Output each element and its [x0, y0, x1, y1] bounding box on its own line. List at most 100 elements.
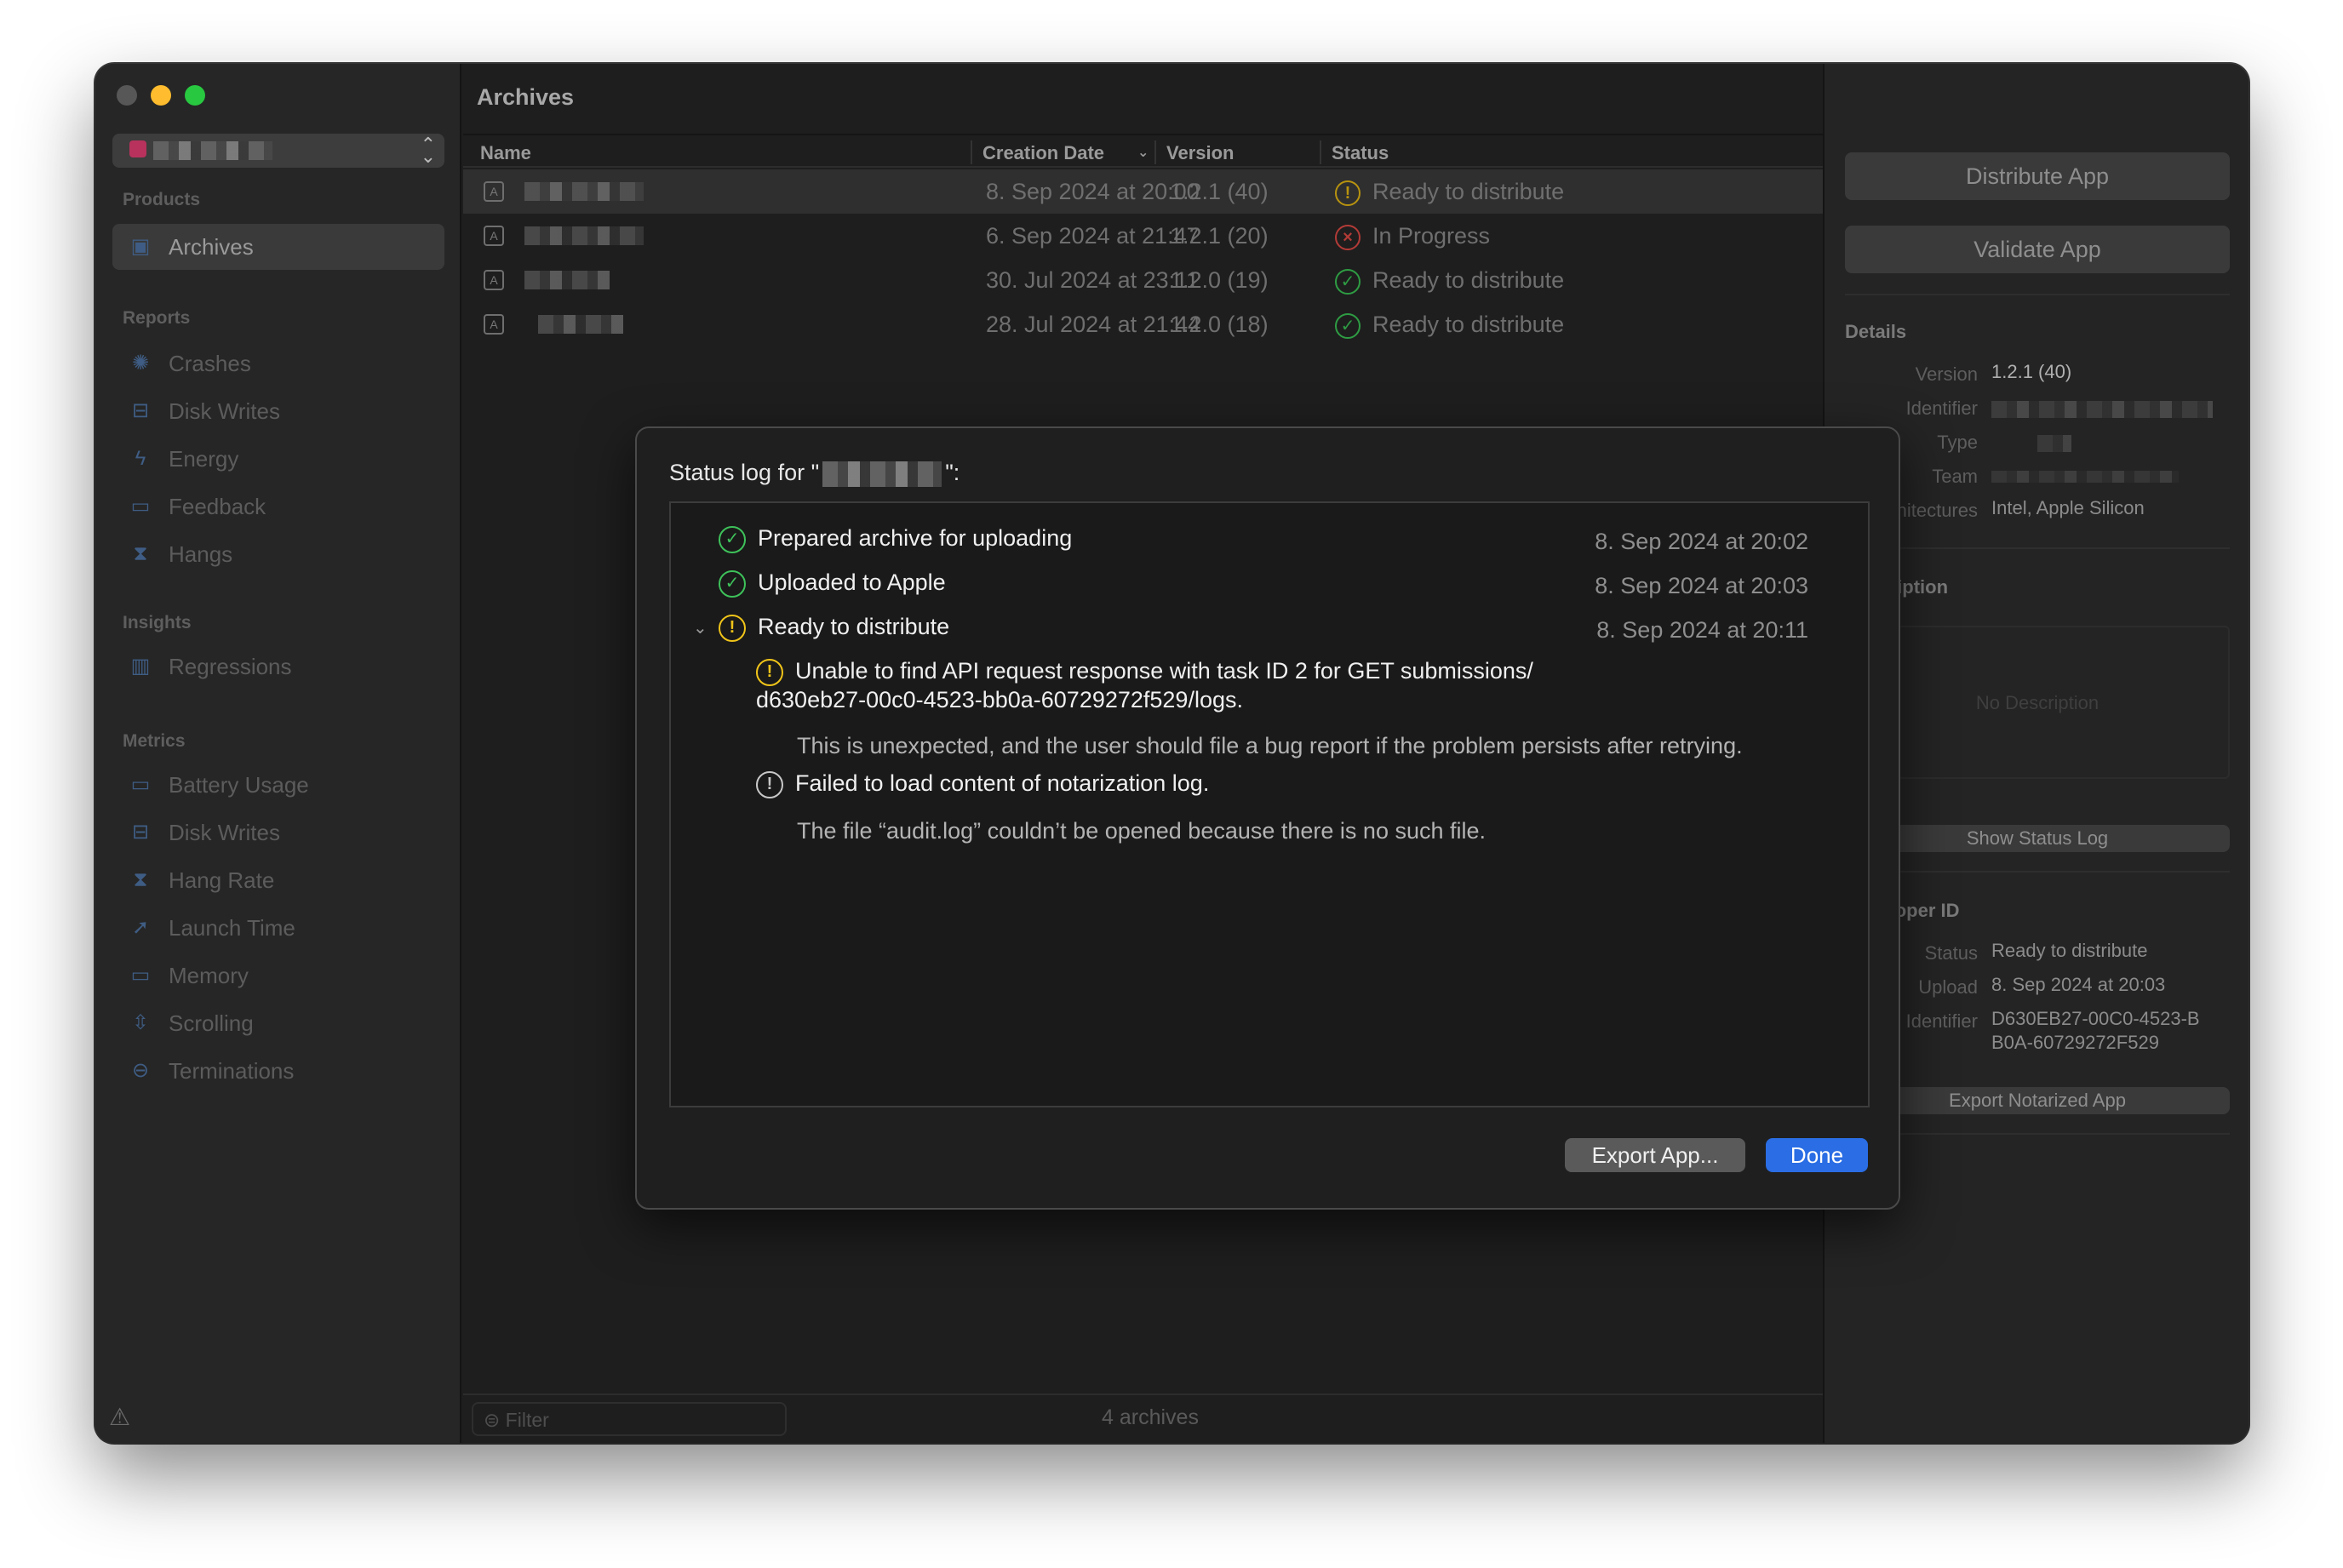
redacted-archive-name: [524, 226, 644, 245]
filter-input[interactable]: ⊜ Filter: [472, 1402, 787, 1436]
column-header-status[interactable]: Status: [1332, 142, 1389, 164]
log-sub-info-text: Failed to load content of notarization l…: [795, 770, 1210, 796]
column-divider[interactable]: [1320, 140, 1321, 164]
bar-chart-icon: ▥: [130, 655, 151, 678]
redacted-type: [2037, 435, 2071, 452]
table-row[interactable]: A 8. Sep 2024 at 20:00 1.2.1 (40) ! Ready…: [463, 169, 1823, 214]
sidebar-item-label: Hang Rate: [169, 867, 275, 893]
sidebar-item-launch-time[interactable]: ➚ Launch Time: [112, 905, 444, 951]
log-sub-warning-note: This is unexpected, and the user should …: [797, 733, 1743, 758]
show-status-log-button[interactable]: Show Status Log: [1845, 825, 2230, 852]
app-archive-icon: A: [484, 226, 504, 246]
row-version: 1.2.1 (20): [1170, 223, 1269, 249]
sidebar-item-feedback[interactable]: ▭ Feedback: [112, 484, 444, 529]
product-selector[interactable]: ⌃ ⌄: [112, 134, 444, 168]
minimize-window-button[interactable]: [151, 85, 171, 106]
warning-icon: !: [1335, 180, 1361, 206]
export-notarized-app-button[interactable]: Export Notarized App: [1845, 1087, 2230, 1114]
status-log-sheet: Status log for " ": ✓ Prepared archive for…: [635, 426, 1900, 1210]
row-status: × In Progress: [1335, 223, 1490, 250]
row-status-text: Ready to distribute: [1372, 179, 1565, 204]
section-metrics: Metrics: [123, 731, 186, 751]
column-divider[interactable]: [971, 140, 972, 164]
log-sub-warning-line2: d630eb27-00c0-4523-bb0a-60729272f529/log…: [756, 687, 1243, 712]
redacted-archive-name: [524, 271, 610, 289]
description-placeholder: No Description: [1975, 692, 2100, 713]
column-header-version[interactable]: Version: [1166, 142, 1234, 164]
divider: [1845, 547, 2230, 549]
column-divider[interactable]: [1154, 140, 1156, 164]
architectures-value: Intel, Apple Silicon: [1991, 497, 2145, 518]
table-row[interactable]: A 6. Sep 2024 at 21:47 1.2.1 (20) × In Pr…: [463, 214, 1823, 258]
redacted-archive-name: [538, 315, 623, 334]
sidebar-item-battery-usage[interactable]: ▭ Battery Usage: [112, 762, 444, 808]
sidebar-item-hangs[interactable]: ⧗ Hangs: [112, 531, 444, 577]
app-archive-icon: A: [484, 181, 504, 202]
sidebar-item-terminations[interactable]: ⊖ Terminations: [112, 1048, 444, 1094]
sidebar-item-memory[interactable]: ▭ Memory: [112, 953, 444, 999]
section-reports: Reports: [123, 308, 191, 328]
sidebar-item-disk-writes[interactable]: ⊟ Disk Writes: [112, 388, 444, 434]
row-status: ✓ Ready to distribute: [1335, 267, 1564, 295]
zoom-window-button[interactable]: [185, 85, 205, 106]
column-header-creation-date[interactable]: Creation Date: [982, 142, 1104, 164]
sidebar-item-label: Hangs: [169, 541, 233, 567]
sort-descending-icon[interactable]: ⌄: [1137, 144, 1149, 161]
chevron-down-icon[interactable]: ⌄: [693, 617, 707, 638]
scroll-icon: ⇳: [131, 1011, 150, 1034]
done-button[interactable]: Done: [1766, 1138, 1868, 1172]
upload-value: 8. Sep 2024 at 20:03: [1991, 974, 2166, 995]
memory-icon: ▭: [130, 964, 151, 987]
table-row[interactable]: A 30. Jul 2024 at 23:11 1.2.0 (19) ✓ Read…: [463, 258, 1823, 302]
row-status-text: Ready to distribute: [1372, 312, 1565, 337]
sidebar-item-disk-writes-metric[interactable]: ⊟ Disk Writes: [112, 810, 444, 856]
distribute-app-button[interactable]: Distribute App: [1845, 152, 2230, 200]
warning-icon[interactable]: ⚠: [109, 1403, 130, 1431]
filter-placeholder: Filter: [505, 1409, 549, 1431]
checkmark-icon: ✓: [719, 525, 746, 553]
dev-identifier-value: D630EB27-00C0-4523-B B0A-60729272F529: [1991, 1007, 2200, 1055]
sidebar-item-regressions[interactable]: ▥ Regressions: [112, 644, 444, 690]
sidebar-item-label: Battery Usage: [169, 771, 309, 798]
status-log-list[interactable]: ✓ Prepared archive for uploading 8. Sep 2…: [669, 501, 1870, 1107]
close-window-button[interactable]: [117, 85, 137, 106]
sidebar-item-label: Scrolling: [169, 1010, 254, 1036]
checkmark-icon: ✓: [1335, 312, 1361, 339]
column-header-name[interactable]: Name: [480, 142, 531, 164]
divider: [1845, 1133, 2230, 1135]
info-exclamation-icon: !: [756, 770, 783, 798]
row-date: 8. Sep 2024 at 20:00: [986, 179, 1200, 204]
sidebar-item-energy[interactable]: ϟ Energy: [112, 436, 444, 482]
app-icon: [129, 140, 146, 157]
row-status: ✓ Ready to distribute: [1335, 312, 1564, 339]
hourglass-icon: ⧗: [133, 868, 148, 891]
row-status-text: In Progress: [1372, 223, 1491, 249]
redacted-team: [1991, 471, 2179, 483]
app-archive-icon: A: [484, 314, 504, 335]
identifier-label: Identifier: [1905, 398, 1978, 419]
row-date: 30. Jul 2024 at 23:11: [986, 267, 1200, 293]
table-row[interactable]: A 28. Jul 2024 at 21:44 1.2.0 (18) ✓ Read…: [463, 302, 1823, 346]
log-entry-text: Ready to distribute: [758, 614, 950, 639]
log-entry: ✓ Uploaded to Apple: [719, 569, 946, 598]
row-version: 1.2.0 (19): [1170, 267, 1269, 293]
log-entry-date: 8. Sep 2024 at 20:03: [1595, 573, 1808, 598]
description-field[interactable]: No Description: [1845, 626, 2230, 779]
divider: [1845, 871, 2230, 873]
app-archive-icon: A: [484, 270, 504, 290]
dev-identifier-line1: D630EB27-00C0-4523-B: [1991, 1008, 2200, 1029]
log-entry-date: 8. Sep 2024 at 20:11: [1596, 617, 1808, 643]
sidebar-item-archives[interactable]: ▣ Archives: [112, 224, 444, 270]
validate-app-button[interactable]: Validate App: [1845, 226, 2230, 273]
sidebar-item-scrolling[interactable]: ⇳ Scrolling: [112, 1000, 444, 1046]
sidebar-item-label: Regressions: [169, 653, 292, 679]
dev-status-value: Ready to distribute: [1991, 940, 2148, 961]
redacted-app-name: [822, 461, 942, 487]
log-sub-info: ! Failed to load content of notarization …: [756, 769, 1209, 798]
disk-icon: ⊟: [131, 821, 150, 844]
warning-icon: !: [756, 658, 783, 686]
export-app-button[interactable]: Export App...: [1565, 1138, 1745, 1172]
sidebar-item-crashes[interactable]: ✺ Crashes: [112, 340, 444, 386]
sidebar-item-hang-rate[interactable]: ⧗ Hang Rate: [112, 857, 444, 903]
redacted-archive-name: [524, 182, 644, 201]
